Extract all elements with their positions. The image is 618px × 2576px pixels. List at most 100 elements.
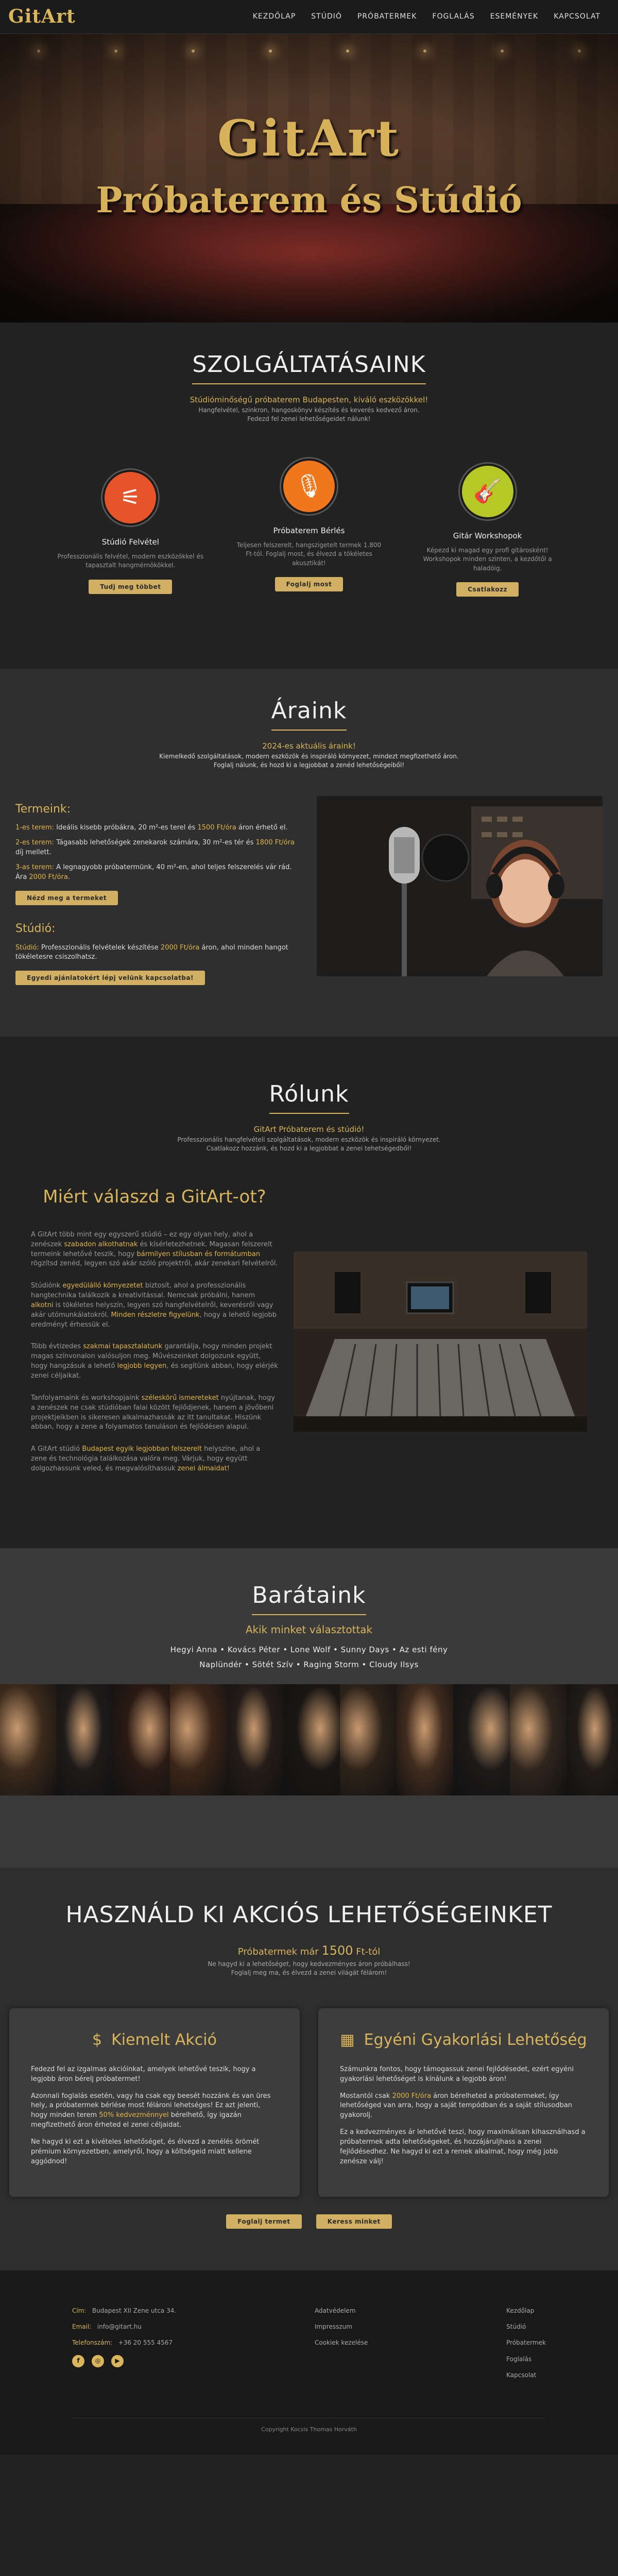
footer-link-rooms[interactable]: Próbatermek <box>506 2338 546 2347</box>
friends-section: Barátaink Akik minket választottak Hegyi… <box>0 1548 618 1868</box>
service-title: Próbaterem Bérlés <box>273 526 345 536</box>
studio-console-illustration <box>294 1251 587 1432</box>
band-photo <box>453 1684 510 1796</box>
band-photo <box>566 1684 618 1796</box>
footer-link-cookies[interactable]: Cookiek kezelése <box>315 2338 368 2347</box>
studio-price: Stúdió: Professzionális felvételek készí… <box>15 943 288 961</box>
price-list: Termeink: 1-es terem: Ideális kisebb pró… <box>15 796 296 986</box>
footer-nav: Kezdőlap Stúdió Próbatermek Foglalás Kap… <box>506 2307 546 2387</box>
dollar-icon: $ <box>92 2031 102 2049</box>
studio-console-photo <box>294 1251 587 1432</box>
service-text: Professzionális felvétel, modern eszközö… <box>57 553 204 569</box>
facebook-icon[interactable]: f <box>72 2354 84 2367</box>
band-photo <box>227 1684 283 1796</box>
instagram-icon[interactable]: ◎ <box>92 2354 104 2367</box>
mixer-icon: ⚟ <box>102 470 159 526</box>
service-card-rental: 🎙 Próbaterem Bérlés Teljesen felszerelt,… <box>232 459 386 597</box>
services-section: SZOLGÁLTATÁSAINK Stúdióminőségű próbater… <box>0 323 618 669</box>
studio-heading: Stúdió: <box>15 922 56 935</box>
nav-link-booking[interactable]: FOGLALÁS <box>432 11 474 22</box>
offer-paragraph: Ez a kedvezményes ár lehetővé teszi, hog… <box>340 2128 586 2165</box>
footer-email[interactable]: Email: info@gitart.hu <box>72 2323 176 2331</box>
calendar-icon: ▦ <box>340 2031 355 2049</box>
nav-link-contact[interactable]: KAPCSOLAT <box>554 11 600 22</box>
band-photo <box>340 1684 397 1796</box>
hero-title: GitArt <box>217 109 401 167</box>
services-tagline: Stúdióminőségű próbaterem Budapesten, ki… <box>190 395 428 404</box>
about-desc-2: Csatlakozz hozzánk, és hozd ki a legjobb… <box>206 1145 412 1153</box>
hero-banner: GitArt Próbaterem és Stúdió <box>0 34 618 323</box>
offer-paragraph: Azonnali foglalás esetén, vagy ha csak e… <box>31 2092 271 2129</box>
footer-link-home[interactable]: Kezdőlap <box>506 2307 546 2315</box>
why-title: Miért válaszd a GitArt-ot? <box>43 1186 266 1207</box>
nav-link-rooms[interactable]: PRÓBATERMEK <box>357 11 417 22</box>
book-now-button[interactable]: Foglalj most <box>274 577 344 592</box>
service-title: Gitár Workshopok <box>453 531 522 541</box>
offer-card-practice: ▦ Egyéni Gyakorlási Lehetőség Számunkra f… <box>318 2008 609 2197</box>
prices-desc-1: Kiemelkedő szolgáltatások, modern eszköz… <box>159 752 459 760</box>
prices-title: Áraink <box>271 694 347 731</box>
band-photo <box>57 1684 113 1796</box>
offer-paragraph: Fedezd fel az izgalmas akcióinkat, amely… <box>31 2065 256 2083</box>
offers-desc-1: Ne hagyd ki a lehetőséget, hogy kedvezmé… <box>208 1960 410 1968</box>
prices-desc-2: Foglalj nálunk, és hozd ki a legjobbat a… <box>213 761 405 769</box>
footer-link-booking[interactable]: Foglalás <box>506 2355 546 2364</box>
footer-address: Cím: Budapest XII Zene utca 34. <box>72 2307 177 2314</box>
view-rooms-button[interactable]: Nézd meg a termeket <box>15 890 118 905</box>
service-card-workshop: 🎸 Gitár Workshopok Képezd ki magad egy p… <box>410 464 565 597</box>
logo[interactable]: GitArt <box>8 3 76 30</box>
custom-offer-button[interactable]: Egyedi ajánlatokért lépj velünk kapcsola… <box>15 971 205 986</box>
about-paragraph: A GitArt több mint egy egyszerű stúdió –… <box>31 1230 278 1268</box>
offers-tagline: Próbatermek már 1500 Ft-tól <box>237 1943 381 1958</box>
footer-link-studio[interactable]: Stúdió <box>506 2323 546 2331</box>
service-text: Képezd ki magad egy profi gitárosként! W… <box>423 547 552 572</box>
band-photo <box>397 1684 453 1796</box>
learn-more-button[interactable]: Tudj meg többet <box>89 579 173 594</box>
about-desc-1: Professzionális hangfelvételi szolgáltat… <box>177 1136 441 1143</box>
services-desc-1: Hangfelvétel, szinkron, hangoskönyv kész… <box>198 406 420 414</box>
youtube-icon[interactable]: ▶ <box>111 2354 124 2367</box>
footer-legal: Adatvédelem Impresszum Cookiek kezelése <box>315 2307 368 2387</box>
about-paragraph: Stúdiónk egyedülálló környezetet biztosí… <box>31 1282 277 1329</box>
friends-names-line-1: Hegyi Anna • Kovács Péter • Lone Wolf • … <box>170 1645 448 1654</box>
band-photo <box>170 1684 227 1796</box>
offer-card-title: Egyéni Gyakorlási Lehetőség <box>364 2031 587 2049</box>
footer-link-privacy[interactable]: Adatvédelem <box>315 2307 368 2315</box>
nav-links: KEZDŐLAP STÚDIÓ PRÓBATERMEK FOGLALÁS ESE… <box>253 11 600 22</box>
offers-section: HASZNÁLD KI AKCIÓS LEHETŐSÉGEINKET Próba… <box>0 1868 618 2270</box>
footer-phone[interactable]: Telefonszám: +36 20 555 4567 <box>72 2338 176 2347</box>
friends-names-line-2: Naplündér • Sötét Szív • Raging Storm • … <box>199 1660 419 1670</box>
singer-photo <box>317 795 603 976</box>
rooms-heading: Termeink: <box>15 802 71 816</box>
nav-link-events[interactable]: ESEMÉNYEK <box>490 11 539 22</box>
nav-link-home[interactable]: KEZDŐLAP <box>253 11 296 22</box>
nav-link-studio[interactable]: STÚDIÓ <box>311 11 342 22</box>
band-photo <box>283 1684 340 1796</box>
book-room-button[interactable]: Foglalj termet <box>226 2214 302 2229</box>
footer-link-contact[interactable]: Kapcsolat <box>506 2371 546 2380</box>
offer-paragraph: Számunkra fontos, hogy támogassuk zenei … <box>340 2065 574 2083</box>
services-title: SZOLGÁLTATÁSAINK <box>192 348 426 384</box>
offer-paragraph: Ne hagyd ki ezt a kivételes lehetőséget,… <box>31 2138 260 2165</box>
service-title: Stúdió Felvétel <box>101 537 159 547</box>
contact-us-button[interactable]: Keress minket <box>316 2214 392 2229</box>
copyright: Copyright Kocsis Thomas Horváth <box>72 2418 546 2434</box>
offers-desc-2: Foglalj meg ma, és élvezd a zenei világá… <box>231 1969 387 1977</box>
friends-photo-strip <box>0 1684 618 1796</box>
footer: Cím: Budapest XII Zene utca 34. Email: i… <box>0 2269 618 2455</box>
offer-card-title: Kiemelt Akció <box>111 2031 217 2049</box>
prices-tagline: 2024-es aktuális áraink! <box>262 741 356 751</box>
about-paragraph: Több évtizedes szakmai tapasztalatunk ga… <box>31 1343 278 1380</box>
about-text: Miért válaszd a GitArt-ot? A GitArt több… <box>31 1184 278 1486</box>
friends-title: Barátaink <box>252 1579 366 1615</box>
service-card-recording: ⚟ Stúdió Felvétel Professzionális felvét… <box>53 470 208 597</box>
top-navbar: GitArt KEZDŐLAP STÚDIÓ PRÓBATERMEK FOGLA… <box>0 0 618 34</box>
about-paragraph: A GitArt stúdió Budapest egyik legjobban… <box>31 1445 261 1472</box>
room-2-price: 2-es terem: Tágasabb lehetőségek zenekar… <box>15 839 295 857</box>
footer-link-imprint[interactable]: Impresszum <box>315 2323 368 2331</box>
guitar-icon: 🎸 <box>459 464 516 520</box>
about-section: Rólunk GitArt Próbaterem és stúdió! Prof… <box>0 1037 618 1548</box>
hero-subtitle: Próbaterem és Stúdió <box>96 179 522 221</box>
join-button[interactable]: Csatlakozz <box>456 582 519 597</box>
room-3-price: 3-as terem: A legnagyobb próbatermünk, 4… <box>15 863 292 881</box>
